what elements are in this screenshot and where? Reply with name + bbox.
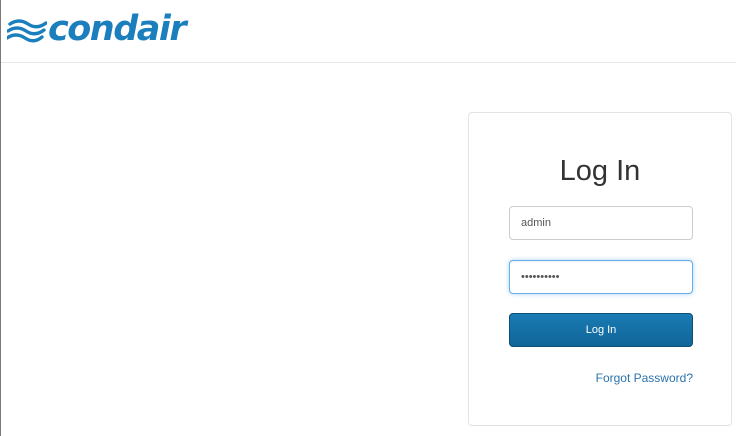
wave-lines-icon [7, 19, 47, 43]
page-header: condair [1, 0, 736, 63]
logo-text: condair [48, 8, 187, 49]
username-input[interactable] [509, 206, 693, 240]
password-input[interactable] [509, 260, 693, 294]
forgot-password-link[interactable]: Forgot Password? [540, 371, 693, 385]
condair-logo[interactable]: condair [7, 8, 187, 53]
login-title: Log In [559, 155, 641, 187]
login-button[interactable]: Log In [509, 313, 693, 347]
window-left-border [0, 0, 1, 436]
